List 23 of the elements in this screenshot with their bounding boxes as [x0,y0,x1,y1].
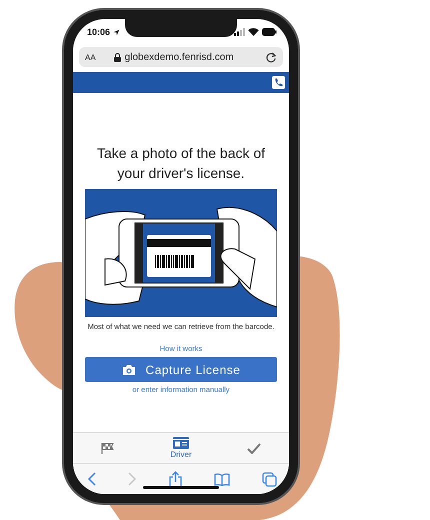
battery-icon [262,28,277,36]
phone-icon[interactable] [272,76,285,89]
lock-icon [114,52,121,62]
camera-icon [122,364,136,376]
back-icon[interactable] [87,472,96,486]
step-tab[interactable]: Driver [170,437,192,459]
reload-icon[interactable] [266,52,277,62]
id-card-icon [172,437,189,449]
url-text: globexdemo.fenrisd.com [124,52,234,62]
tabs-icon[interactable] [262,472,277,486]
open-book-icon[interactable] [214,472,230,486]
checkered-flag-icon [100,442,115,454]
address-bar[interactable]: AA globexdemo.fenrisd.com [79,47,283,67]
wifi-icon [248,28,259,36]
page-title: Take a photo of the back of your driver's license. [96,144,266,183]
checkmark-icon [247,442,262,454]
location-arrow-icon [113,28,120,36]
step-tab[interactable] [100,442,115,454]
capture-license-button[interactable]: Capture License [85,357,277,382]
step-tab[interactable] [247,442,262,454]
signal-icon [234,28,245,36]
status-time: 10:06 [87,27,110,37]
text-size-button[interactable]: AA [85,52,96,62]
